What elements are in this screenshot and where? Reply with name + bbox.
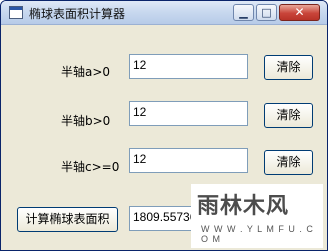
title-bar[interactable]: 椭球表面积计算器 ▁ □ ✕ [1,1,327,25]
minimize-button[interactable]: ▁ [233,4,254,21]
axis-c-input[interactable]: 12 [129,148,248,173]
watermark-url: W W W . Y L M F U . C O M [201,224,314,244]
clear-b-button[interactable]: 清除 [264,103,313,128]
maximize-button[interactable]: □ [256,4,277,21]
label-axis-b: 半轴b>0 [61,114,111,128]
app-window: 椭球表面积计算器 ▁ □ ✕ 半轴a>0 12 清除 半轴b>0 12 清除 半… [0,0,328,251]
close-button[interactable]: ✕ [279,4,320,21]
close-icon: ✕ [294,5,305,19]
label-axis-c: 半轴c>=0 [61,160,120,174]
axis-b-input[interactable]: 12 [129,101,248,126]
window-title: 椭球表面积计算器 [29,7,126,21]
minimize-icon: ▁ [239,6,248,19]
clear-a-button[interactable]: 清除 [264,55,313,80]
maximize-icon: □ [261,6,272,19]
label-axis-a: 半轴a>0 [61,65,111,79]
app-icon[interactable] [9,6,23,19]
axis-a-input[interactable]: 12 [129,54,248,79]
compute-surface-area-button[interactable]: 计算椭球表面积 [17,207,118,232]
watermark-text: 雨林木风 [197,194,290,219]
watermark-logo: 雨林木风 W W W . Y L M F U . C O M [191,184,323,248]
clear-c-button[interactable]: 清除 [264,150,313,175]
